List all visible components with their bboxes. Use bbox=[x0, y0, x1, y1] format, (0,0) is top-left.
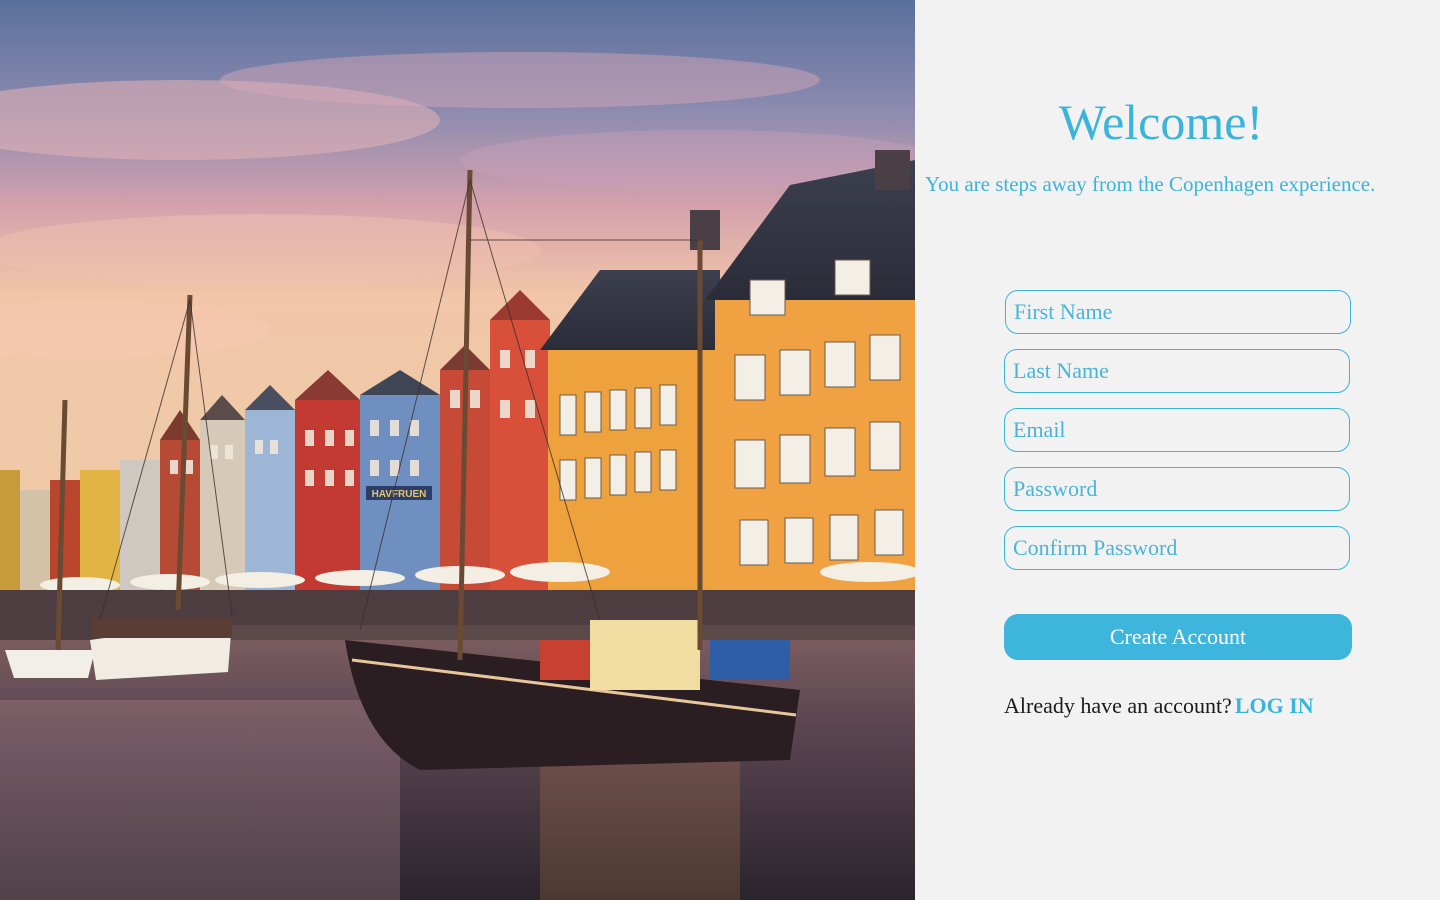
welcome-subtitle: You are steps away from the Copenhagen e… bbox=[925, 172, 1376, 196]
login-prompt-row: Already have an account? LOG IN bbox=[1004, 693, 1314, 719]
harbor-photo-icon: HAVFRUEN bbox=[0, 0, 915, 900]
login-prompt-text: Already have an account? bbox=[1004, 693, 1232, 718]
signup-panel: Welcome! You are steps away from the Cop… bbox=[915, 0, 1440, 900]
last-name-field[interactable] bbox=[1004, 349, 1350, 393]
password-field[interactable] bbox=[1004, 467, 1350, 511]
login-link[interactable]: LOG IN bbox=[1235, 693, 1314, 718]
confirm-password-field[interactable] bbox=[1004, 526, 1350, 570]
signup-page: HAVFRUEN Welcome! You are steps away fro… bbox=[0, 0, 1440, 900]
first-name-field[interactable] bbox=[1005, 290, 1351, 334]
create-account-button[interactable]: Create Account bbox=[1004, 614, 1352, 660]
email-field[interactable] bbox=[1004, 408, 1350, 452]
havfruen-sign: HAVFRUEN bbox=[372, 489, 427, 500]
hero-image: HAVFRUEN bbox=[0, 0, 915, 900]
welcome-title: Welcome! bbox=[1058, 94, 1264, 150]
